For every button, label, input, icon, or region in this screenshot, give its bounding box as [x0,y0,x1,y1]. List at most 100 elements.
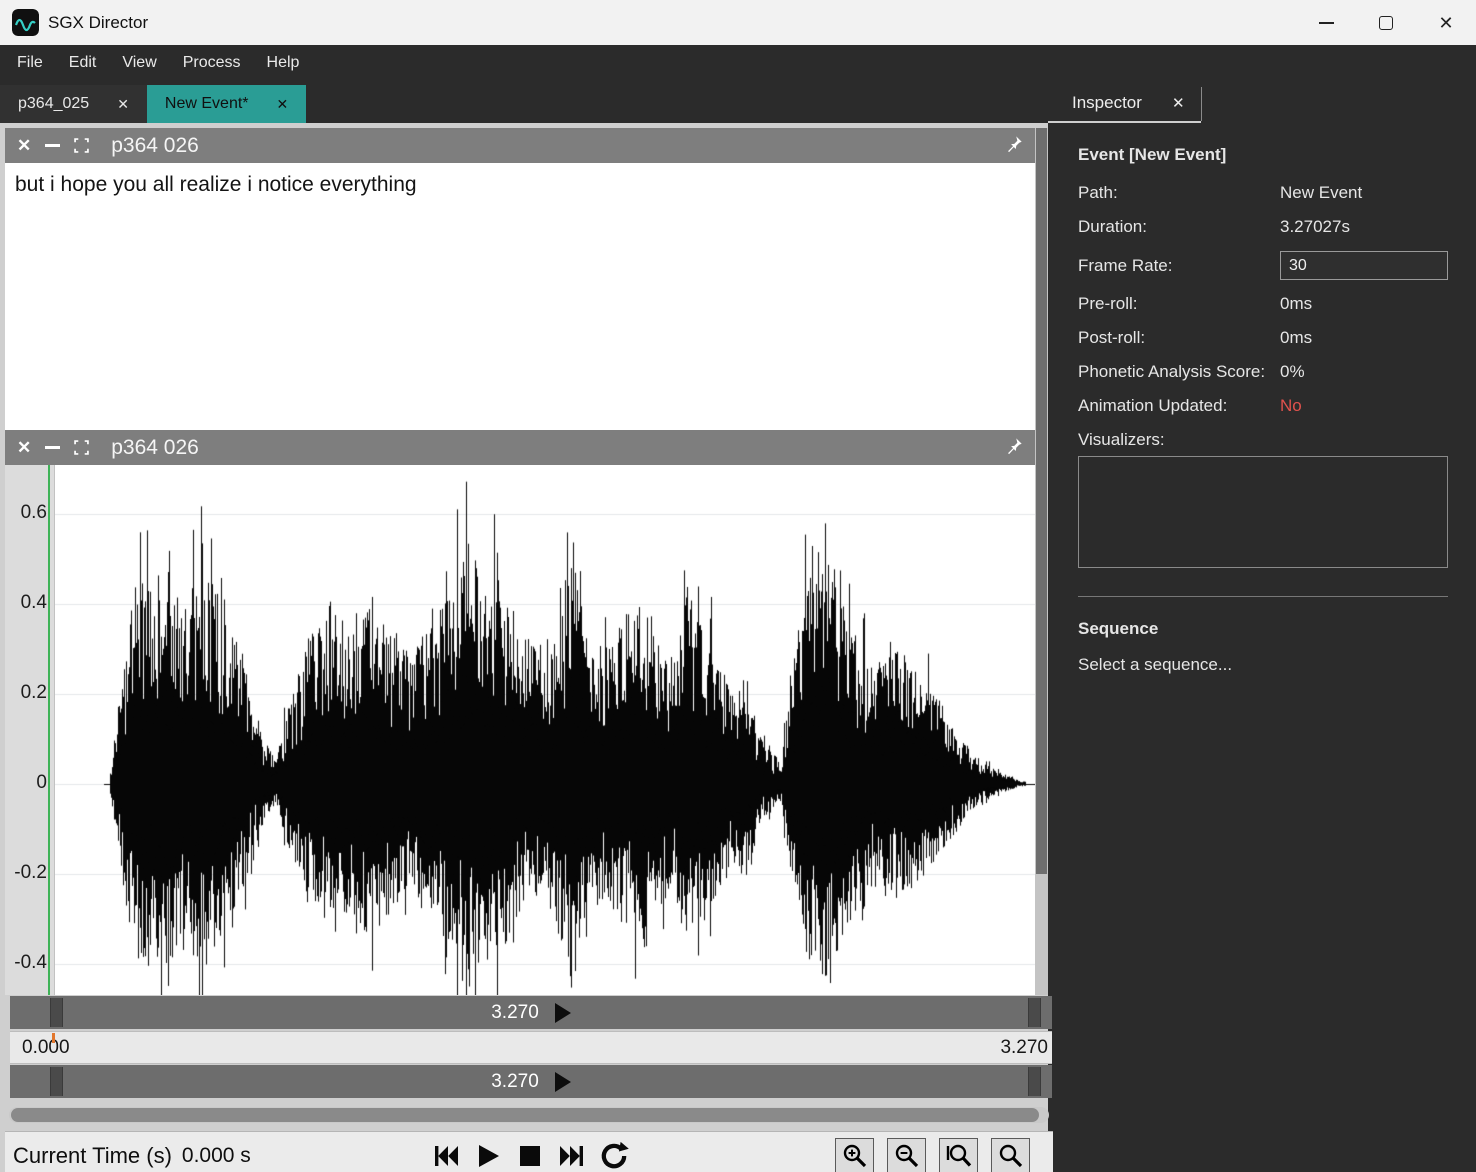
document-tabbar: p364_025 ✕ New Event* ✕ [0,81,1048,123]
current-time-label: Current Time (s) [13,1143,172,1169]
playhead-cursor[interactable] [48,465,50,995]
window-minimize-button[interactable] [1296,0,1356,45]
stop-button[interactable] [509,1134,551,1172]
inspector-pane: Inspector ✕ Event [New Event] Path: New … [1048,81,1476,1172]
current-time-value: 0.000 s [182,1144,251,1168]
tab-close-icon[interactable]: ✕ [117,97,129,111]
range-handle-left[interactable] [50,998,63,1027]
zoom-fit-button[interactable] [991,1138,1030,1172]
range-handle-right[interactable] [1028,1067,1041,1096]
skip-to-start-button[interactable] [425,1134,467,1172]
inspector-content: Event [New Event] Path: New Event Durati… [1048,123,1476,675]
skip-to-end-button[interactable] [551,1134,593,1172]
vertical-scrollbar[interactable] [1035,128,1048,995]
panel-maximize-icon[interactable] [74,440,89,455]
menubar: File Edit View Process Help [0,45,1476,81]
panel-close-icon[interactable]: ✕ [17,439,31,456]
post-roll-value: 0ms [1280,328,1448,348]
timeline-end-label: 3.270 [1000,1037,1048,1059]
panel-minimize-icon[interactable] [45,446,60,449]
timeline-playhead-tick [52,1033,55,1043]
pin-icon[interactable] [1005,437,1023,460]
app-logo-icon [12,9,39,36]
menu-help[interactable]: Help [254,45,313,81]
horizontal-scrollbar-thumb[interactable] [11,1108,1039,1122]
field-row-post-roll: Post-roll: 0ms [1078,328,1448,348]
y-axis-tick-label: 0.6 [7,502,47,524]
panel-title: p364 026 [111,436,199,460]
transcript-panel-header: ✕ p364 026 [5,128,1035,163]
pin-icon[interactable] [1005,135,1023,158]
waveform-plot[interactable] [55,465,1035,995]
tab-label: New Event* [165,95,249,113]
window-close-button[interactable]: ✕ [1416,0,1476,45]
minimize-icon [1319,22,1334,24]
vertical-scrollbar-thumb[interactable] [1036,128,1047,874]
sequence-select[interactable]: Select a sequence... [1078,655,1448,675]
y-axis-tick-label: -0.2 [7,862,47,884]
tab-close-icon[interactable]: ✕ [1172,96,1185,111]
frame-rate-input[interactable] [1280,251,1448,280]
zoom-selection-button[interactable] [939,1138,978,1172]
tab-inspector[interactable]: Inspector ✕ [1048,85,1201,123]
window-maximize-button[interactable] [1356,0,1416,45]
menu-view[interactable]: View [109,45,169,81]
pre-roll-value: 0ms [1280,294,1448,314]
tab-close-icon[interactable]: ✕ [277,97,289,111]
range-handle-left[interactable] [50,1067,63,1096]
tab-p364-025[interactable]: p364_025 ✕ [0,85,147,123]
loop-button[interactable] [593,1134,635,1172]
range-value: 3.270 [491,1071,539,1093]
field-row-path: Path: New Event [1078,183,1448,203]
phonetic-score-value: 0% [1280,362,1448,382]
play-triangle-icon[interactable] [555,1003,571,1023]
field-row-pre-roll: Pre-roll: 0ms [1078,294,1448,314]
waveform-canvas[interactable] [55,465,1035,995]
range-slider-top[interactable]: 3.270 [10,996,1052,1029]
panel-title: p364 026 [111,134,199,158]
panel-minimize-icon[interactable] [45,144,60,147]
range-handle-right[interactable] [1028,998,1041,1027]
menu-file[interactable]: File [4,45,56,81]
play-button[interactable] [467,1134,509,1172]
panel-maximize-icon[interactable] [74,138,89,153]
tab-label: p364_025 [18,95,89,113]
animation-updated-value: No [1280,396,1448,416]
transport-controls [425,1132,635,1172]
editor-pane: p364_025 ✕ New Event* ✕ ✕ [0,81,1048,1172]
panel-close-icon[interactable]: ✕ [17,137,31,154]
y-axis-tick-label: 0 [7,772,47,794]
play-triangle-icon[interactable] [555,1072,571,1092]
app-title: SGX Director [48,13,148,33]
event-section-title: Event [New Event] [1078,145,1448,165]
path-value: New Event [1280,183,1448,203]
workspace: ✕ p364 026 but i hope you all realize i … [0,123,1048,1172]
field-label: Post-roll: [1078,328,1280,348]
visualizers-label: Visualizers: [1078,430,1448,450]
field-label: Pre-roll: [1078,294,1280,314]
field-row-animation-updated: Animation Updated: No [1078,396,1448,416]
tab-divider [1201,87,1202,121]
menu-process[interactable]: Process [170,45,254,81]
field-row-frame-rate: Frame Rate: [1078,251,1448,280]
waveform-panel: ✕ p364 026 0.60.40.20-0.2-0.4 [5,430,1035,995]
status-bar: Current Time (s) 0.000 s [5,1131,1053,1172]
field-row-phonetic-score: Phonetic Analysis Score: 0% [1078,362,1448,382]
tab-new-event[interactable]: New Event* ✕ [147,85,306,123]
zoom-in-button[interactable] [835,1138,874,1172]
duration-value: 3.27027s [1280,217,1448,237]
field-row-duration: Duration: 3.27027s [1078,217,1448,237]
close-icon: ✕ [1438,14,1453,32]
transcript-panel: ✕ p364 026 but i hope you all realize i … [5,128,1035,430]
y-axis-tick-label: -0.4 [7,952,47,974]
timeline-ruler[interactable]: 0.000 3.270 [10,1031,1052,1064]
visualizers-list[interactable] [1078,456,1448,568]
menu-edit[interactable]: Edit [56,45,110,81]
horizontal-scrollbar[interactable] [9,1107,1049,1123]
sequence-section-title: Sequence [1078,619,1448,639]
waveform-content: 0.60.40.20-0.2-0.4 [5,465,1035,995]
zoom-out-button[interactable] [887,1138,926,1172]
range-slider-bottom[interactable]: 3.270 [10,1065,1052,1098]
inspector-tabbar: Inspector ✕ [1048,81,1476,123]
field-label: Phonetic Analysis Score: [1078,362,1280,382]
